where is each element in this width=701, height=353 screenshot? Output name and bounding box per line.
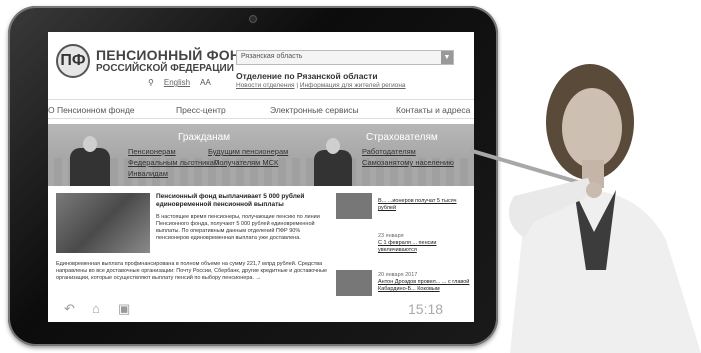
header-tools: ⚲ English AA [148, 78, 211, 87]
pfr-logo[interactable]: ПФ [56, 44, 90, 78]
chevron-down-icon[interactable]: ▼ [441, 51, 453, 64]
audience-banner: Гражданам Пенсионерам Будущим пенсионера… [48, 124, 474, 186]
presenter-face [562, 88, 622, 168]
side-news-title[interactable]: С 1 февраля ... пенсии увеличиваются [378, 240, 470, 254]
device-clock: 15:18 [408, 301, 444, 317]
back-icon[interactable]: ↶ [64, 301, 75, 317]
citizens-link-msk[interactable]: Получателям МСК [214, 158, 278, 167]
insurers-link-employers[interactable]: Работодателям [362, 147, 416, 156]
nav-press[interactable]: Пресс-центр [176, 105, 226, 115]
dept-news-link[interactable]: Новости отделения [236, 82, 295, 89]
org-name-line1: ПЕНСИОННЫЙ ФОНД [96, 47, 251, 63]
dept-info-link[interactable]: Информация для жителей региона [300, 82, 406, 89]
nav-contacts[interactable]: Контакты и адреса [396, 105, 470, 115]
insurers-link-selfemployed[interactable]: Самозанятому населению [362, 158, 454, 167]
nav-about[interactable]: О Пенсионном фонде [48, 105, 135, 115]
department-links: Новости отделения | Информация для жител… [236, 82, 406, 89]
browser-screen: ПФ ПЕНСИОННЫЙ ФОНД РОССИЙСКОЙ ФЕДЕРАЦИИ … [48, 32, 474, 322]
region-select-value: Рязанская область [241, 53, 303, 60]
news-photo[interactable] [56, 193, 150, 253]
language-link[interactable]: English [164, 78, 190, 87]
side-news-item[interactable]: В... ...ионеров получат 5 тысяч рублей [378, 198, 470, 212]
citizens-link-disabled[interactable]: Инвалидам [128, 169, 168, 178]
device-navbar: ↶ ⌂ ▣ 15:18 [8, 301, 498, 331]
insurers-title[interactable]: Страхователям [366, 132, 438, 143]
main-nav: О Пенсионном фонде Пресс-центр Электронн… [48, 99, 474, 119]
org-name-line2: РОССИЙСКОЙ ФЕДЕРАЦИИ [96, 63, 234, 74]
citizen-portrait [70, 136, 110, 186]
camera-icon [249, 15, 257, 23]
citizens-link-pensioners[interactable]: Пенсионерам [128, 147, 176, 156]
side-news-date: 20 января 2017 [378, 272, 418, 278]
citizens-link-future[interactable]: Будущим пенсионерам [208, 147, 288, 156]
side-news-title[interactable]: Антон Дроздов провел... ... с главой Каб… [378, 279, 470, 293]
citizens-link-federal[interactable]: Федеральным льготникам [128, 158, 219, 167]
tablet-frame: ПФ ПЕНСИОННЫЙ ФОНД РОССИЙСКОЙ ФЕДЕРАЦИИ … [8, 6, 498, 346]
news-title[interactable]: Пенсионный фонд выплачивает 5 000 рублей… [156, 193, 326, 209]
recent-apps-icon[interactable]: ▣ [118, 301, 130, 317]
side-news-date: 23 января [378, 233, 404, 239]
font-size-toggle[interactable]: AA [200, 78, 211, 87]
side-news-photo[interactable] [336, 270, 372, 296]
department-title: Отделение по Рязанской области [236, 71, 378, 81]
side-news-photo[interactable] [336, 193, 372, 219]
insurer-portrait [314, 138, 352, 186]
side-news-title[interactable]: В... ...ионеров получат 5 тысяч рублей [378, 198, 470, 212]
side-news-item[interactable]: 20 января 2017 Антон Дроздов провел... .… [378, 272, 470, 293]
presenter-hand [586, 182, 602, 198]
side-news-item[interactable]: 23 января С 1 февраля ... пенсии увеличи… [378, 233, 470, 254]
news-text: В настоящее время пенсионеры, получающие… [156, 214, 320, 241]
presenter-woman-illustration [470, 64, 701, 353]
news-full-text: Единовременная выплата профинансирована … [56, 261, 328, 281]
search-icon[interactable]: ⚲ [148, 78, 154, 87]
region-select[interactable]: Рязанская область ▼ [236, 50, 454, 65]
home-icon[interactable]: ⌂ [92, 301, 100, 316]
nav-eservices[interactable]: Электронные сервисы [270, 105, 359, 115]
citizens-title[interactable]: Гражданам [178, 132, 230, 143]
